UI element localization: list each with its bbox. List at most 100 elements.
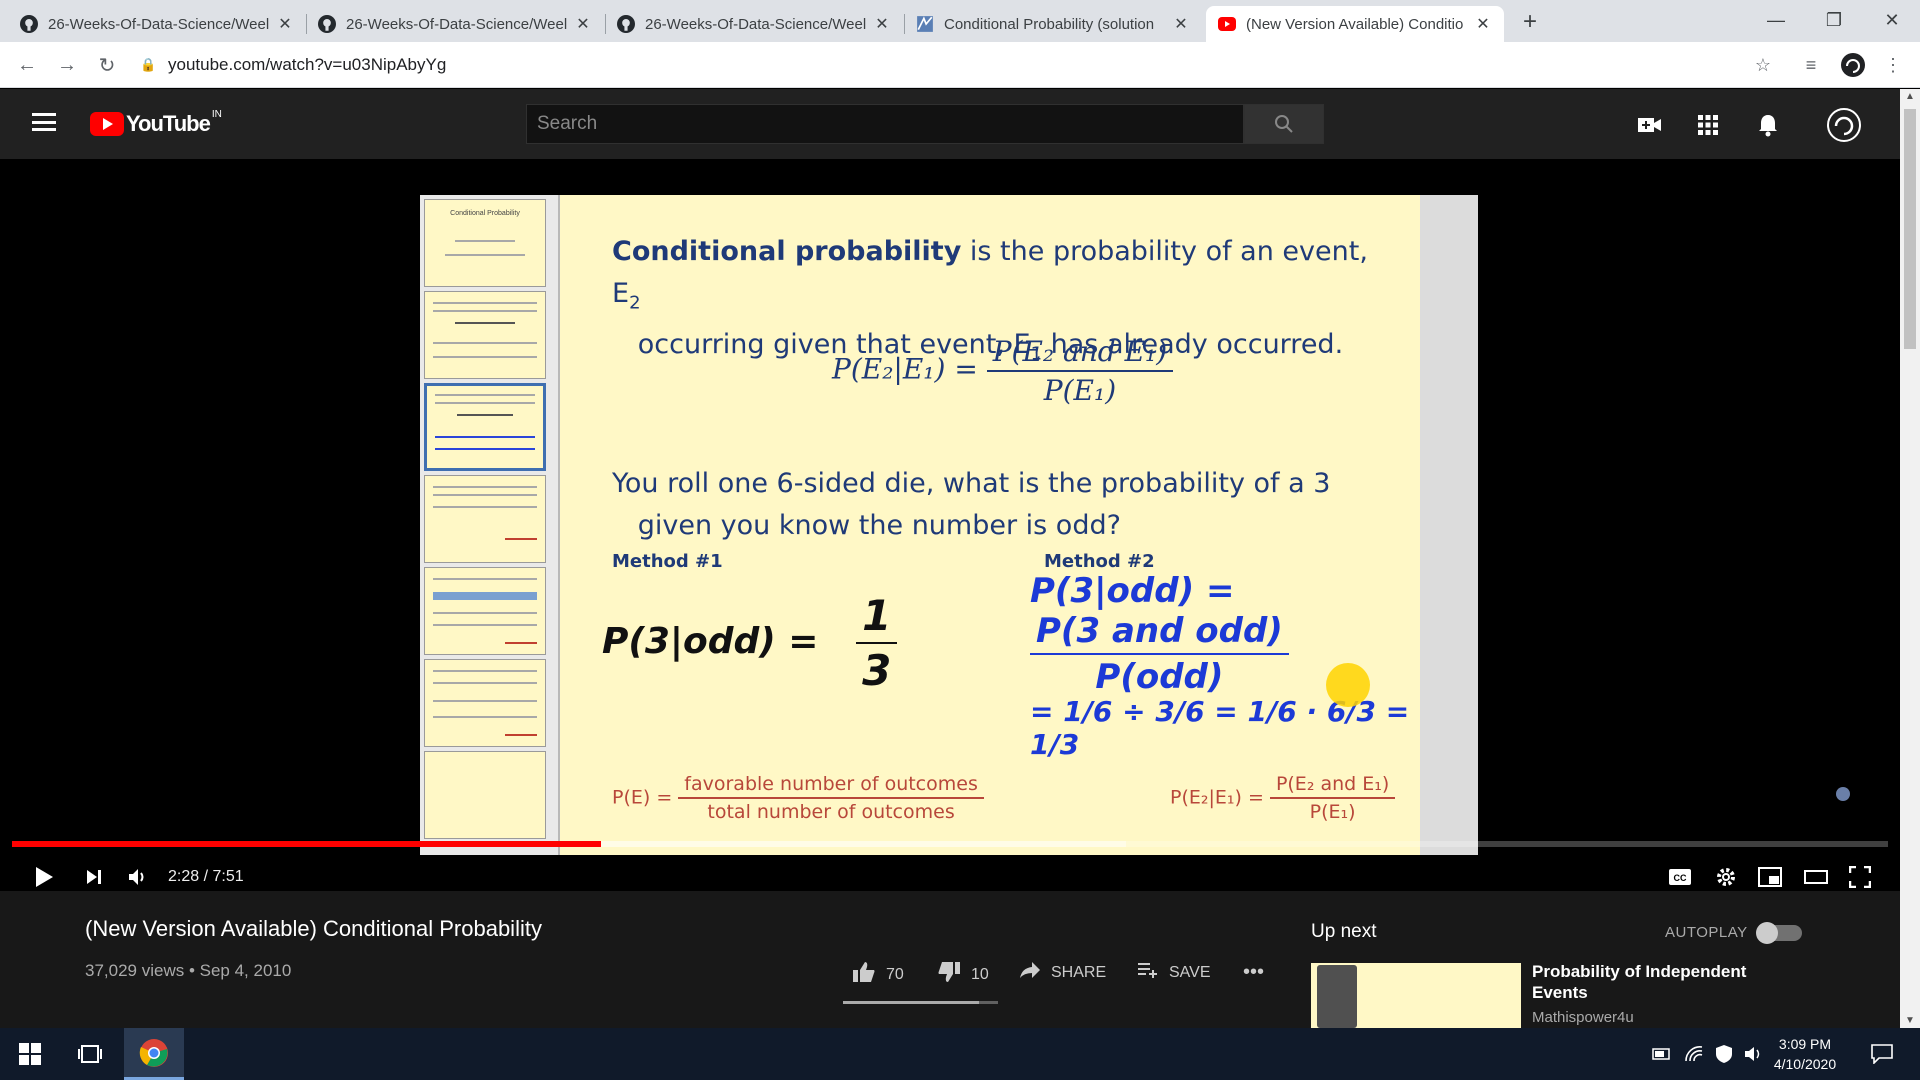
thumbs-up-icon [852,961,876,989]
conditional-probability-formula: P(E₂|E₁) = P(E₂ and E₁) P(E₁) [832,335,1174,407]
window-close-icon[interactable]: ✕ [1862,0,1920,40]
taskbar-clock[interactable]: 3:09 PM 4/10/2020 [1760,1034,1850,1074]
create-video-icon[interactable] [1636,111,1664,139]
chrome-taskbar-icon[interactable] [124,1028,184,1080]
tab-close-icon[interactable]: ✕ [873,14,891,34]
browser-menu-icon[interactable]: ⋮ [1878,50,1908,80]
video-views-date: 37,029 views • Sep 4, 2010 [85,961,292,980]
next-video-channel[interactable]: Mathispower4u [1532,1009,1634,1026]
like-dislike-ratio-bar [843,1001,998,1004]
browser-tab[interactable]: 26-Weeks-Of-Data-Science/Weel ✕ [605,6,903,42]
youtube-play-logo-icon [90,112,124,136]
lecture-slide: Conditional Probability Conditional prob… [420,195,1478,855]
method-2-label: Method #2 [1044,551,1155,572]
page-scrollbar[interactable]: ▲ ▼ [1900,89,1920,1028]
site-icon [916,15,934,33]
new-tab-button[interactable]: + [1514,8,1546,36]
apps-grid-icon[interactable] [1694,111,1722,139]
search-placeholder: Search [537,113,598,134]
youtube-icon [1218,15,1236,33]
up-next-label: Up next [1311,921,1377,942]
address-bar[interactable]: 🔒 youtube.com/watch?v=u03NipAbyYg [140,48,1780,82]
security-shield-icon[interactable] [1712,1028,1736,1080]
slide-content: Conditional probability is the probabili… [560,195,1420,855]
slide-thumbnail-panel: Conditional Probability [420,195,560,855]
tab-close-icon[interactable]: ✕ [276,14,294,34]
toggle-knob [1756,922,1778,944]
search-input[interactable]: Search [526,104,1244,144]
search-button[interactable] [1244,104,1324,144]
slide-thumbnail-selected[interactable] [424,383,546,471]
basic-probability-formula: P(E) = favorable number of outcomes total… [612,773,984,823]
miniplayer-icon[interactable] [1754,859,1786,895]
next-video-title[interactable]: Probability of Independent Events [1532,961,1762,1003]
thumbs-down-icon [937,961,961,989]
progress-played [12,841,602,847]
forward-icon[interactable]: → [52,50,82,80]
notification-center-icon[interactable] [1864,1028,1900,1080]
next-video-thumbnail[interactable] [1311,963,1521,1028]
profile-avatar-icon[interactable] [1838,50,1868,80]
wifi-icon[interactable] [1682,1028,1706,1080]
bookmark-star-icon[interactable]: ☆ [1748,50,1778,80]
next-video-icon[interactable] [78,859,110,895]
back-icon[interactable]: ← [12,50,42,80]
like-button[interactable]: 70 [852,961,904,989]
browser-tab[interactable]: 26-Weeks-Of-Data-Science/Weel ✕ [306,6,604,42]
windows-start-icon[interactable] [10,1028,50,1080]
time-display: 2:28 / 7:51 [168,868,244,885]
progress-bar[interactable] [12,841,1888,847]
share-button[interactable]: SHARE [1019,961,1106,985]
reload-icon[interactable]: ↻ [92,50,122,80]
slide-thumbnail[interactable] [424,659,546,747]
settings-gear-icon[interactable] [1710,859,1742,895]
youtube-logo[interactable]: YouTube IN [90,109,222,137]
browser-tab[interactable]: 26-Weeks-Of-Data-Science/Weel ✕ [8,6,306,42]
example-question: You roll one 6-sided die, what is the pr… [612,468,1331,541]
slide-thumbnail[interactable] [424,751,546,839]
restore-icon[interactable]: ❐ [1804,0,1864,40]
playlist-add-icon [1137,961,1159,985]
svg-text:CC: CC [1674,873,1687,883]
github-icon [617,15,635,33]
method-2-simplification: = 1/6 ÷ 3/6 = 1/6 · 6/3 = 1/3 [1030,695,1410,761]
account-avatar-icon[interactable] [1826,108,1862,142]
captions-icon[interactable]: CC [1664,859,1696,895]
video-player[interactable]: Conditional Probability Conditional prob… [0,159,1900,891]
slide-thumbnail[interactable] [424,475,546,563]
save-button[interactable]: SAVE [1137,961,1211,985]
scroll-up-icon[interactable]: ▲ [1900,91,1920,102]
tab-close-icon[interactable]: ✕ [574,14,592,34]
tab-close-icon[interactable]: ✕ [1474,14,1492,34]
scrollbar-thumb[interactable] [1904,109,1916,349]
browser-tab[interactable]: Conditional Probability (solution ✕ [904,6,1202,42]
github-icon [318,15,336,33]
more-actions-icon[interactable]: ••• [1243,961,1264,984]
autoplay-toggle[interactable] [1756,922,1802,944]
task-view-icon[interactable] [70,1028,110,1080]
hamburger-menu-icon[interactable] [32,113,56,131]
dislike-button[interactable]: 10 [937,961,989,989]
slide-thumbnail[interactable] [424,567,546,655]
channel-watermark-icon[interactable] [1836,787,1850,801]
fullscreen-icon[interactable] [1844,859,1876,895]
minimize-icon[interactable]: — [1746,0,1806,40]
method-1-label: Method #1 [612,551,723,572]
lock-icon: 🔒 [140,57,157,72]
calculator-image [1317,965,1357,1028]
scroll-down-icon[interactable]: ▼ [1900,1015,1920,1026]
url-text: youtube.com/watch?v=u03NipAbyYg [168,55,447,74]
theater-mode-icon[interactable] [1800,859,1832,895]
method-1-handwriting: P(3|odd) = 13 [602,591,898,695]
battery-icon[interactable] [1650,1028,1674,1080]
slide-thumbnail[interactable]: Conditional Probability [424,199,546,287]
tab-close-icon[interactable]: ✕ [1172,14,1190,34]
play-icon[interactable] [26,859,62,895]
volume-icon[interactable] [122,859,154,895]
slide-thumbnail[interactable] [424,291,546,379]
browser-toolbar: ← → ↻ 🔒 youtube.com/watch?v=u03NipAbyYg … [0,42,1920,88]
media-queue-icon[interactable]: ≡ [1796,50,1826,80]
notifications-bell-icon[interactable] [1754,111,1782,139]
share-arrow-icon [1019,961,1041,985]
browser-tab-active[interactable]: (New Version Available) Conditio ✕ [1206,6,1504,42]
